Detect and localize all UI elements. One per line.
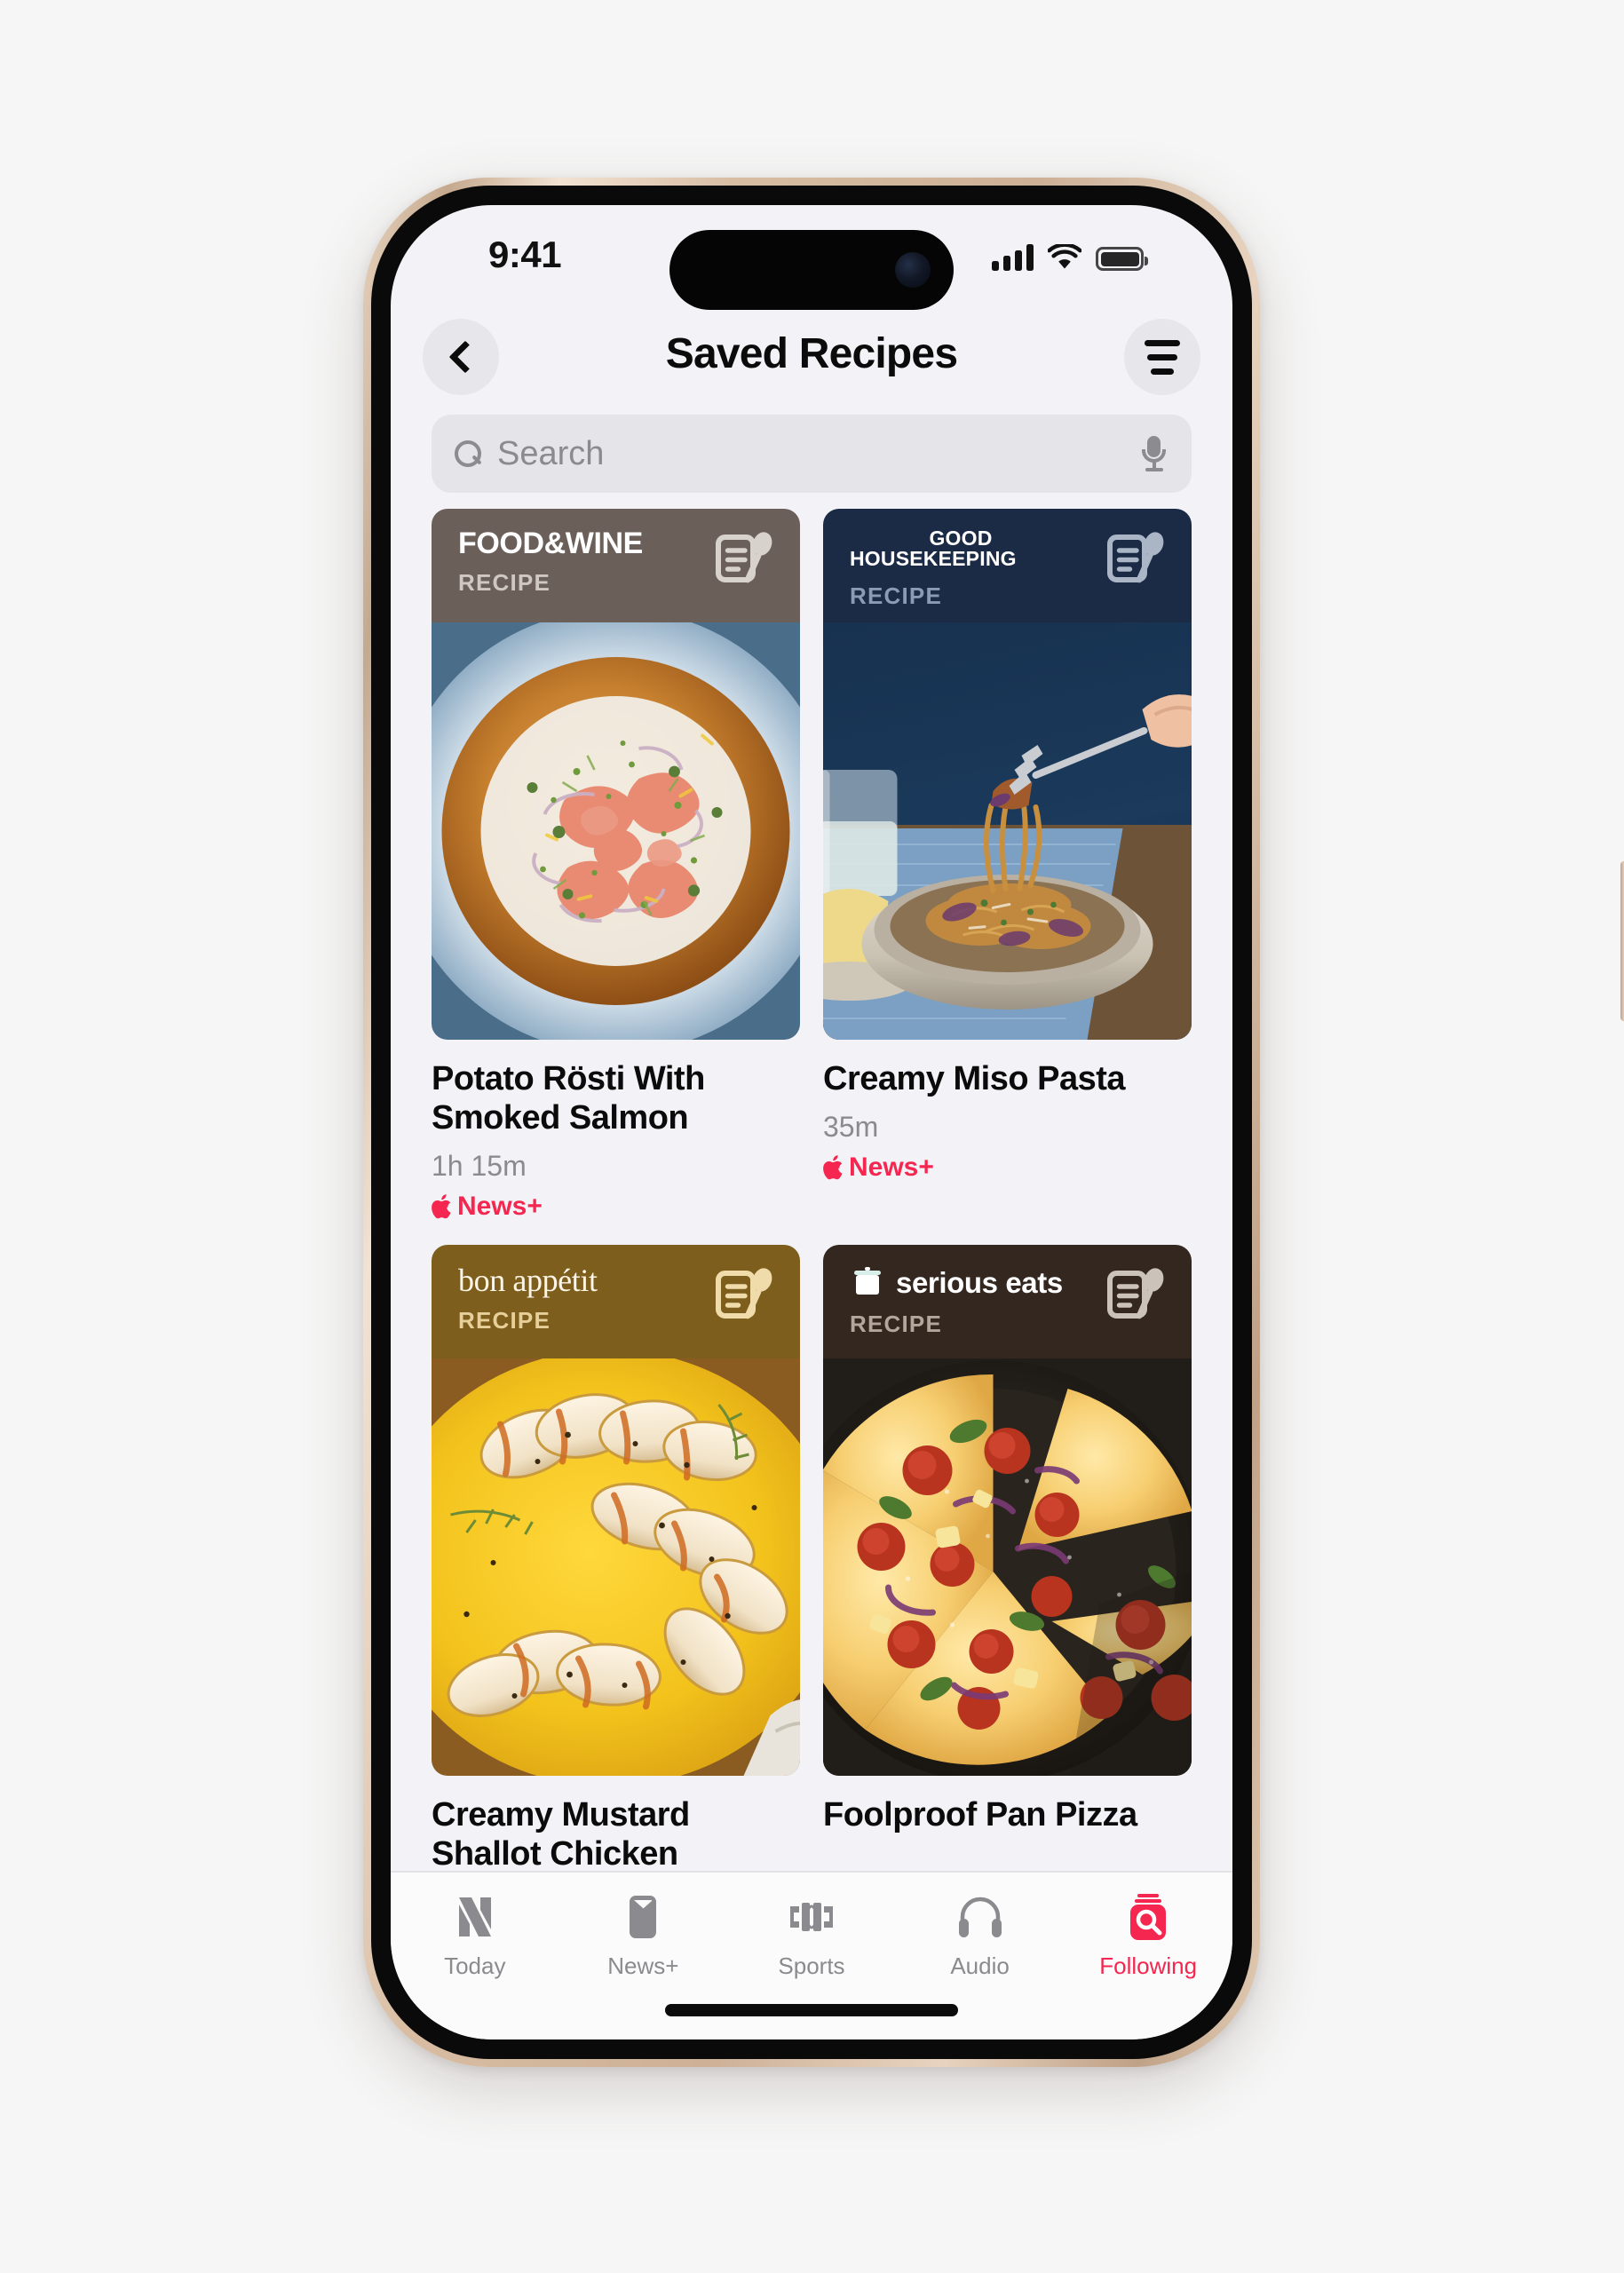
front-camera-icon [895, 252, 931, 288]
recipe-time: 35m [823, 1111, 879, 1144]
recipe-title: Creamy Miso Pasta [823, 1060, 1126, 1097]
recipe-card-image: FOOD&WINE RECIPE [432, 509, 800, 1040]
recipe-photo [432, 1358, 800, 1777]
recipe-feed[interactable]: FOOD&WINE RECIPE Potato Rösti With Smoke… [391, 509, 1232, 2039]
tab-today[interactable]: Today [391, 1892, 559, 1980]
device-bezel: 9:41 Saved Recipes Search FOOD&WINE RECI… [371, 186, 1252, 2059]
microphone-icon[interactable] [1142, 436, 1166, 471]
news-plus-badge: News+ [432, 1192, 800, 1222]
filter-menu-button[interactable] [1124, 319, 1200, 395]
battery-full-icon [1096, 247, 1148, 271]
tab-audio[interactable]: Audio [896, 1892, 1065, 1980]
tab-label: News+ [607, 1952, 679, 1979]
power-button[interactable] [1620, 861, 1624, 1021]
tab-label: Sports [778, 1952, 845, 1979]
sports-field-icon [787, 1892, 836, 1942]
recipe-card-icon [716, 532, 772, 583]
publisher-header: serious eats RECIPE [823, 1245, 1192, 1359]
screenshot-stage: 9:41 Saved Recipes Search FOOD&WINE RECI… [0, 0, 1624, 2273]
iphone-device-frame: 9:41 Saved Recipes Search FOOD&WINE RECI… [363, 178, 1624, 2067]
recipe-card[interactable]: bon appétit RECIPE Creamy Mustard Shallo… [432, 1245, 800, 1873]
tab-following[interactable]: Following [1064, 1892, 1232, 1980]
publisher-name: serious eats [896, 1265, 1063, 1299]
recipe-card-icon [1107, 1268, 1164, 1319]
apple-news-logo-icon [450, 1892, 500, 1942]
dynamic-island [669, 230, 954, 310]
news-plus-label: News+ [457, 1192, 543, 1222]
home-indicator[interactable] [665, 2004, 958, 2016]
apple-logo-icon [432, 1194, 451, 1219]
signal-bars-icon [992, 244, 1034, 271]
tab-label: Audio [950, 1952, 1010, 1979]
search-input[interactable]: Search [432, 415, 1192, 493]
recipe-card-image: GOOD HOUSEKEEPING RECIPE [823, 509, 1192, 1040]
recipe-grid: FOOD&WINE RECIPE Potato Rösti With Smoke… [391, 509, 1232, 1873]
tab-label: Today [444, 1952, 506, 1979]
recipe-card-icon [1107, 532, 1164, 583]
recipe-card-image: bon appétit RECIPE [432, 1245, 800, 1777]
recipe-photo [823, 622, 1192, 1040]
stockpot-icon [854, 1267, 881, 1295]
status-time: 9:41 [488, 234, 562, 275]
phone-screen: 9:41 Saved Recipes Search FOOD&WINE RECI… [391, 205, 1232, 2039]
tab-bar: Today News+ Sports Audio Following [391, 1871, 1232, 2039]
following-search-icon [1123, 1892, 1173, 1942]
recipe-title: Potato Rösti With Smoked Salmon [432, 1060, 705, 1137]
recipe-title: Creamy Mustard Shallot Chicken [432, 1796, 690, 1873]
status-indicators [992, 239, 1148, 271]
status-bar: 9:41 [391, 205, 1232, 310]
publisher-header: FOOD&WINE RECIPE [432, 509, 800, 622]
news-plus-label: News+ [849, 1152, 934, 1183]
recipe-card-icon [716, 1268, 772, 1319]
recipe-card[interactable]: serious eats RECIPE Foolproof Pan Pizza [823, 1245, 1192, 1873]
publisher-header: bon appétit RECIPE [432, 1245, 800, 1359]
wifi-icon [1048, 244, 1081, 269]
search-placeholder: Search [497, 434, 605, 472]
tab-news-plus[interactable]: News+ [559, 1892, 728, 1980]
recipe-card-image: serious eats RECIPE [823, 1245, 1192, 1777]
recipe-photo [432, 622, 800, 1040]
news-plus-badge: News+ [823, 1152, 1192, 1183]
headphones-icon [955, 1892, 1005, 1942]
search-icon [455, 440, 481, 467]
apple-logo-icon [823, 1155, 843, 1180]
recipe-photo [823, 1358, 1192, 1777]
tab-sports[interactable]: Sports [727, 1892, 896, 1980]
recipe-card[interactable]: GOOD HOUSEKEEPING RECIPE Creamy Miso Pas… [823, 509, 1192, 1222]
tab-label: Following [1099, 1952, 1198, 1979]
page-title: Saved Recipes [665, 330, 958, 377]
navigation-bar: Saved Recipes [391, 305, 1232, 409]
recipe-time: 1h 15m [432, 1150, 527, 1183]
publisher-header: GOOD HOUSEKEEPING RECIPE [823, 509, 1192, 622]
recipe-card[interactable]: FOOD&WINE RECIPE Potato Rösti With Smoke… [432, 509, 800, 1222]
filter-list-icon [1145, 339, 1180, 375]
search-bar-container: Search [432, 415, 1192, 493]
magazine-icon [618, 1892, 668, 1942]
recipe-title: Foolproof Pan Pizza [823, 1796, 1137, 1834]
